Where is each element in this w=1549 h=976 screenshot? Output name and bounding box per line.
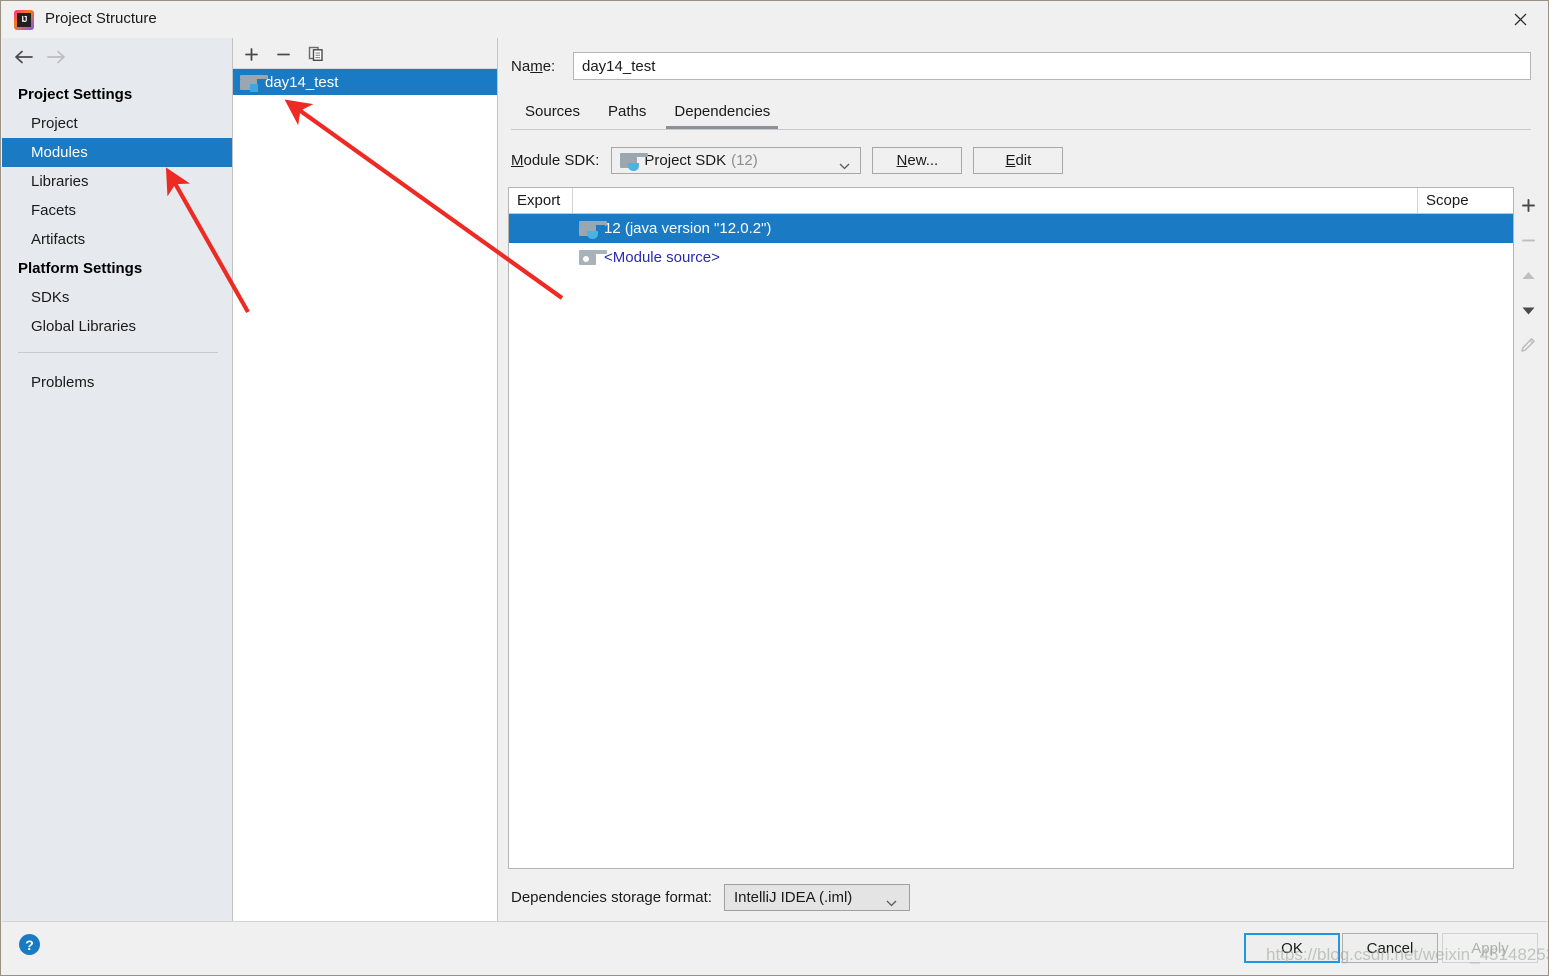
sidebar-item-artifacts[interactable]: Artifacts bbox=[2, 225, 232, 254]
sidebar-item-label: Modules bbox=[31, 144, 88, 161]
sidebar-item-label: Global Libraries bbox=[31, 318, 137, 335]
close-icon[interactable] bbox=[1492, 1, 1548, 38]
modules-tree-toolbar bbox=[233, 38, 497, 69]
dependencies-table: Export Scope 12 (java version "12.0.2") … bbox=[508, 187, 1514, 869]
sidebar-nav-arrows bbox=[2, 38, 232, 74]
sidebar-item-facets[interactable]: Facets bbox=[2, 196, 232, 225]
module-source-icon bbox=[579, 250, 607, 265]
module-folder-icon bbox=[240, 74, 268, 92]
forward-arrow-icon bbox=[42, 46, 72, 68]
remove-module-button[interactable] bbox=[271, 43, 295, 65]
sidebar-group-platform-settings: Platform Settings bbox=[18, 260, 143, 277]
sidebar-group-project-settings: Project Settings bbox=[18, 86, 133, 103]
tab-label: Paths bbox=[608, 103, 647, 120]
module-sdk-label: Module SDK: bbox=[511, 151, 600, 169]
column-header-name[interactable] bbox=[573, 188, 1418, 213]
java-sdk-folder-icon bbox=[620, 152, 649, 171]
module-name-row: Name: bbox=[511, 52, 1531, 80]
edit-sdk-button[interactable]: Edit bbox=[973, 146, 1064, 174]
tree-row[interactable]: day14_test bbox=[233, 69, 497, 95]
help-button[interactable]: ? bbox=[19, 934, 40, 955]
sidebar-item-label: SDKs bbox=[31, 289, 70, 306]
module-tabs: Sources Paths Dependencies bbox=[511, 98, 1531, 130]
sidebar-item-label: Libraries bbox=[31, 173, 89, 190]
tab-label: Sources bbox=[525, 103, 581, 120]
settings-sidebar: Project Settings Project Modules Librari… bbox=[2, 38, 233, 923]
add-dependency-button[interactable] bbox=[1514, 191, 1542, 219]
java-sdk-folder-icon bbox=[579, 221, 607, 239]
title-bar: IJ Project Structure bbox=[1, 1, 1548, 38]
sidebar-item-project[interactable]: Project bbox=[2, 109, 232, 138]
table-row[interactable]: 12 (java version "12.0.2") bbox=[509, 214, 1513, 243]
remove-dependency-button bbox=[1514, 226, 1542, 254]
module-sdk-version: (12) bbox=[731, 151, 758, 169]
watermark-text: https://blog.csdn.net/weixin_45148253 bbox=[1266, 945, 1549, 964]
dependencies-storage-label: Dependencies storage format: bbox=[511, 888, 712, 906]
dependencies-side-toolbar bbox=[1514, 187, 1542, 869]
sidebar-item-sdks[interactable]: SDKs bbox=[2, 283, 232, 312]
sidebar-item-problems[interactable]: Problems bbox=[2, 368, 232, 397]
module-sdk-select[interactable]: Project SDK (12) bbox=[611, 146, 862, 174]
chevron-down-icon bbox=[886, 894, 897, 911]
add-module-button[interactable] bbox=[239, 43, 263, 65]
module-sdk-row: Module SDK: Project SDK (12) New... Edit bbox=[511, 146, 1064, 174]
module-name-label: Name: bbox=[511, 57, 556, 75]
modules-tree-panel: day14_test bbox=[233, 38, 498, 923]
move-up-button bbox=[1514, 261, 1542, 289]
column-header-export[interactable]: Export bbox=[509, 188, 573, 213]
window-title: Project Structure bbox=[45, 10, 157, 27]
tab-sources[interactable]: Sources bbox=[511, 98, 594, 129]
intellij-idea-icon: IJ bbox=[14, 10, 34, 30]
tab-paths[interactable]: Paths bbox=[594, 98, 660, 129]
sidebar-divider bbox=[18, 352, 218, 353]
dependencies-storage-value: IntelliJ IDEA (.iml) bbox=[733, 888, 853, 906]
new-sdk-button[interactable]: New... bbox=[872, 146, 963, 174]
column-header-scope[interactable]: Scope bbox=[1418, 188, 1513, 213]
table-row[interactable]: <Module source> bbox=[509, 243, 1513, 272]
dependencies-table-header: Export Scope bbox=[509, 188, 1513, 214]
table-row-label: <Module source> bbox=[604, 249, 720, 266]
sidebar-item-label: Problems bbox=[31, 374, 95, 391]
back-arrow-icon[interactable] bbox=[10, 46, 40, 68]
project-structure-dialog: IJ Project Structure Project Settings Pr… bbox=[0, 0, 1549, 976]
sidebar-item-label: Artifacts bbox=[31, 231, 86, 248]
chevron-down-icon bbox=[839, 157, 850, 174]
sidebar-item-global-libraries[interactable]: Global Libraries bbox=[2, 312, 232, 341]
table-row-label: 12 (java version "12.0.2") bbox=[604, 220, 772, 237]
dependencies-storage-select[interactable]: IntelliJ IDEA (.iml) bbox=[723, 883, 910, 911]
module-name-input[interactable] bbox=[573, 52, 1531, 80]
module-sdk-value: Project SDK bbox=[644, 151, 727, 169]
tab-dependencies[interactable]: Dependencies bbox=[660, 98, 784, 129]
copy-module-icon[interactable] bbox=[304, 43, 328, 65]
sidebar-item-modules[interactable]: Modules bbox=[2, 138, 232, 167]
tab-label: Dependencies bbox=[674, 103, 771, 120]
sidebar-item-label: Facets bbox=[31, 202, 77, 219]
edit-pencil-icon bbox=[1514, 331, 1542, 359]
tree-row-label: day14_test bbox=[265, 73, 339, 91]
move-down-button[interactable] bbox=[1514, 296, 1542, 324]
dependencies-storage-row: Dependencies storage format: IntelliJ ID… bbox=[511, 883, 910, 911]
sidebar-item-libraries[interactable]: Libraries bbox=[2, 167, 232, 196]
sidebar-item-label: Project bbox=[31, 115, 78, 132]
